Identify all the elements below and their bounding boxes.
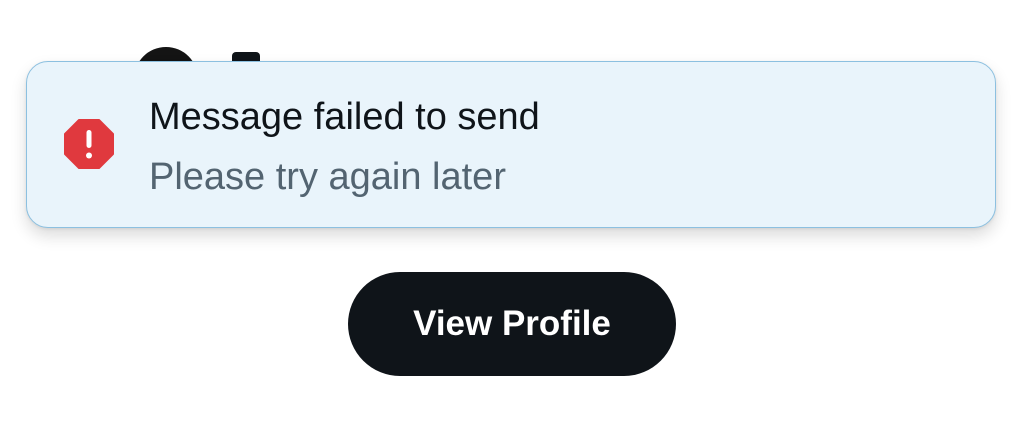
view-profile-button[interactable]: View Profile [348, 272, 676, 376]
error-octagon-icon [63, 118, 115, 170]
toast-title: Message failed to send [149, 96, 540, 138]
toast-subtitle: Please try again later [149, 156, 506, 198]
error-toast[interactable]: Message failed to send Please try again … [26, 61, 996, 228]
screen: Message failed to send Please try again … [0, 0, 1024, 428]
